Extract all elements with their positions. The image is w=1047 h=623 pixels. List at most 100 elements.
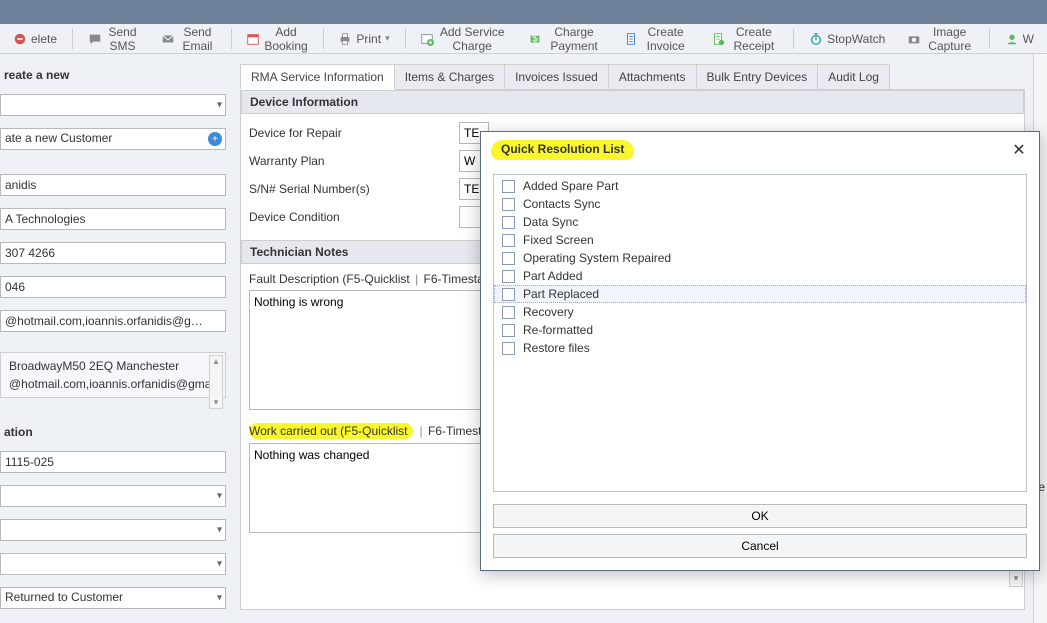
alt-phone-input[interactable]: [0, 276, 226, 298]
resolution-item-label: Recovery: [523, 305, 574, 319]
checkbox-icon[interactable]: [502, 270, 515, 283]
calendar-icon: [246, 32, 260, 46]
resolution-checklist: Added Spare PartContacts Sync Data Sync Fi…: [493, 174, 1027, 492]
tabstrip: RMA Service Information Items & Charges …: [240, 64, 1025, 90]
scroll-down-icon[interactable]: ▾: [210, 397, 222, 408]
add-charge-icon: [420, 32, 434, 46]
separator: [72, 29, 73, 49]
checkbox-icon[interactable]: [502, 324, 515, 337]
status-dropdown[interactable]: Returned to Customer: [0, 587, 226, 609]
separator: [405, 29, 406, 49]
resolution-item[interactable]: Operating System Repaired: [494, 249, 1026, 267]
modal-title: Quick Resolution List: [501, 142, 624, 156]
print-icon: [338, 32, 352, 46]
camera-icon: [907, 32, 921, 46]
checkbox-icon[interactable]: [502, 252, 515, 265]
cancel-button[interactable]: Cancel: [493, 534, 1027, 558]
invoice-icon: [624, 32, 638, 46]
resolution-item-label: Restore files: [523, 341, 590, 355]
resolution-item[interactable]: Restore files: [494, 339, 1026, 357]
tab-attachments[interactable]: Attachments: [608, 64, 697, 90]
resolution-item[interactable]: Contacts Sync: [494, 195, 1026, 213]
resolution-item[interactable]: Data Sync: [494, 213, 1026, 231]
tab-items[interactable]: Items & Charges: [394, 64, 505, 90]
info-label: ation: [4, 425, 226, 439]
resolution-item[interactable]: Part Added: [494, 267, 1026, 285]
company-input[interactable]: [0, 208, 226, 230]
separator: [793, 29, 794, 49]
condition-label: Device Condition: [249, 210, 459, 224]
email-input[interactable]: [0, 310, 226, 332]
email-icon: [161, 32, 175, 46]
checkbox-icon[interactable]: [502, 342, 515, 355]
separator: [231, 29, 232, 49]
dropdown-3[interactable]: [0, 553, 226, 575]
phone-input[interactable]: [0, 242, 226, 264]
send-email-button[interactable]: Send Email: [152, 21, 224, 57]
create-new-title: reate a new: [4, 68, 226, 82]
create-invoice-button[interactable]: Create Invoice: [615, 21, 698, 57]
pipe: |: [415, 272, 418, 286]
checkbox-icon[interactable]: [502, 306, 515, 319]
image-capture-button[interactable]: Image Capture: [898, 21, 983, 57]
delete-icon: [13, 32, 27, 46]
stopwatch-label: StopWatch: [827, 32, 885, 46]
print-button[interactable]: Print ▾: [329, 28, 398, 50]
delete-label: elete: [31, 32, 57, 46]
plus-icon[interactable]: +: [208, 132, 222, 146]
device-section-head: Device Information: [241, 90, 1024, 114]
checkbox-icon[interactable]: [502, 288, 515, 301]
address-line2: @hotmail.com,ioannis.orfanidis@gmail: [5, 375, 221, 393]
pipe: |: [419, 424, 422, 438]
resolution-item[interactable]: Re-formatted: [494, 321, 1026, 339]
resolution-item[interactable]: Added Spare Part: [494, 177, 1026, 195]
checkbox-icon[interactable]: [502, 234, 515, 247]
receipt-label: Create Receipt: [729, 25, 778, 53]
stopwatch-icon: [809, 32, 823, 46]
print-label: Print: [356, 32, 381, 46]
name-input[interactable]: [0, 174, 226, 196]
add-booking-button[interactable]: Add Booking: [237, 21, 316, 57]
work-label: Work carried out (F5-Quicklist: [249, 424, 407, 438]
booking-label: Add Booking: [264, 25, 307, 53]
resolution-item[interactable]: Part Replaced: [494, 285, 1026, 303]
resolution-item[interactable]: Fixed Screen: [494, 231, 1026, 249]
charge-label: Charge Payment: [546, 25, 602, 53]
add-charge-label: Add Service Charge: [438, 25, 506, 53]
sms-icon: [88, 32, 102, 46]
user-icon: [1005, 32, 1019, 46]
tab-invoices[interactable]: Invoices Issued: [504, 64, 609, 90]
checkbox-icon[interactable]: [502, 216, 515, 229]
charge-payment-button[interactable]: $ Charge Payment: [519, 21, 611, 57]
sms-label: Send SMS: [106, 25, 140, 53]
send-sms-button[interactable]: Send SMS: [79, 21, 149, 57]
stopwatch-button[interactable]: StopWatch: [800, 28, 894, 50]
dropdown-1[interactable]: [0, 485, 226, 507]
fault-label: Fault Description (F5-Quicklist: [249, 272, 410, 286]
left-sidebar: reate a new ▾ ate a new Customer + Broad…: [0, 54, 232, 623]
ref-input[interactable]: [0, 451, 226, 473]
delete-button[interactable]: elete: [4, 28, 66, 50]
receipt-icon: [711, 32, 725, 46]
separator: [989, 29, 990, 49]
resolution-item-label: Operating System Repaired: [523, 251, 671, 265]
tab-audit[interactable]: Audit Log: [817, 64, 890, 90]
checkbox-icon[interactable]: [502, 198, 515, 211]
resolution-item[interactable]: Recovery: [494, 303, 1026, 321]
customer-dropdown[interactable]: [0, 94, 226, 116]
user-button[interactable]: W: [996, 28, 1043, 50]
create-customer-field[interactable]: ate a new Customer: [0, 128, 226, 150]
resolution-item-label: Data Sync: [523, 215, 578, 229]
resolution-item-label: Part Replaced: [523, 287, 599, 301]
tab-bulk[interactable]: Bulk Entry Devices: [696, 64, 819, 90]
scroll-up-icon[interactable]: ▴: [210, 356, 222, 367]
dropdown-2[interactable]: [0, 519, 226, 541]
checkbox-icon[interactable]: [502, 180, 515, 193]
create-receipt-button[interactable]: Create Receipt: [702, 21, 787, 57]
resolution-item-label: Fixed Screen: [523, 233, 594, 247]
add-service-charge-button[interactable]: Add Service Charge: [411, 21, 515, 57]
ok-button[interactable]: OK: [493, 504, 1027, 528]
tab-rma[interactable]: RMA Service Information: [240, 64, 395, 90]
money-icon: $: [528, 32, 542, 46]
close-button[interactable]: ✕: [1009, 140, 1029, 160]
